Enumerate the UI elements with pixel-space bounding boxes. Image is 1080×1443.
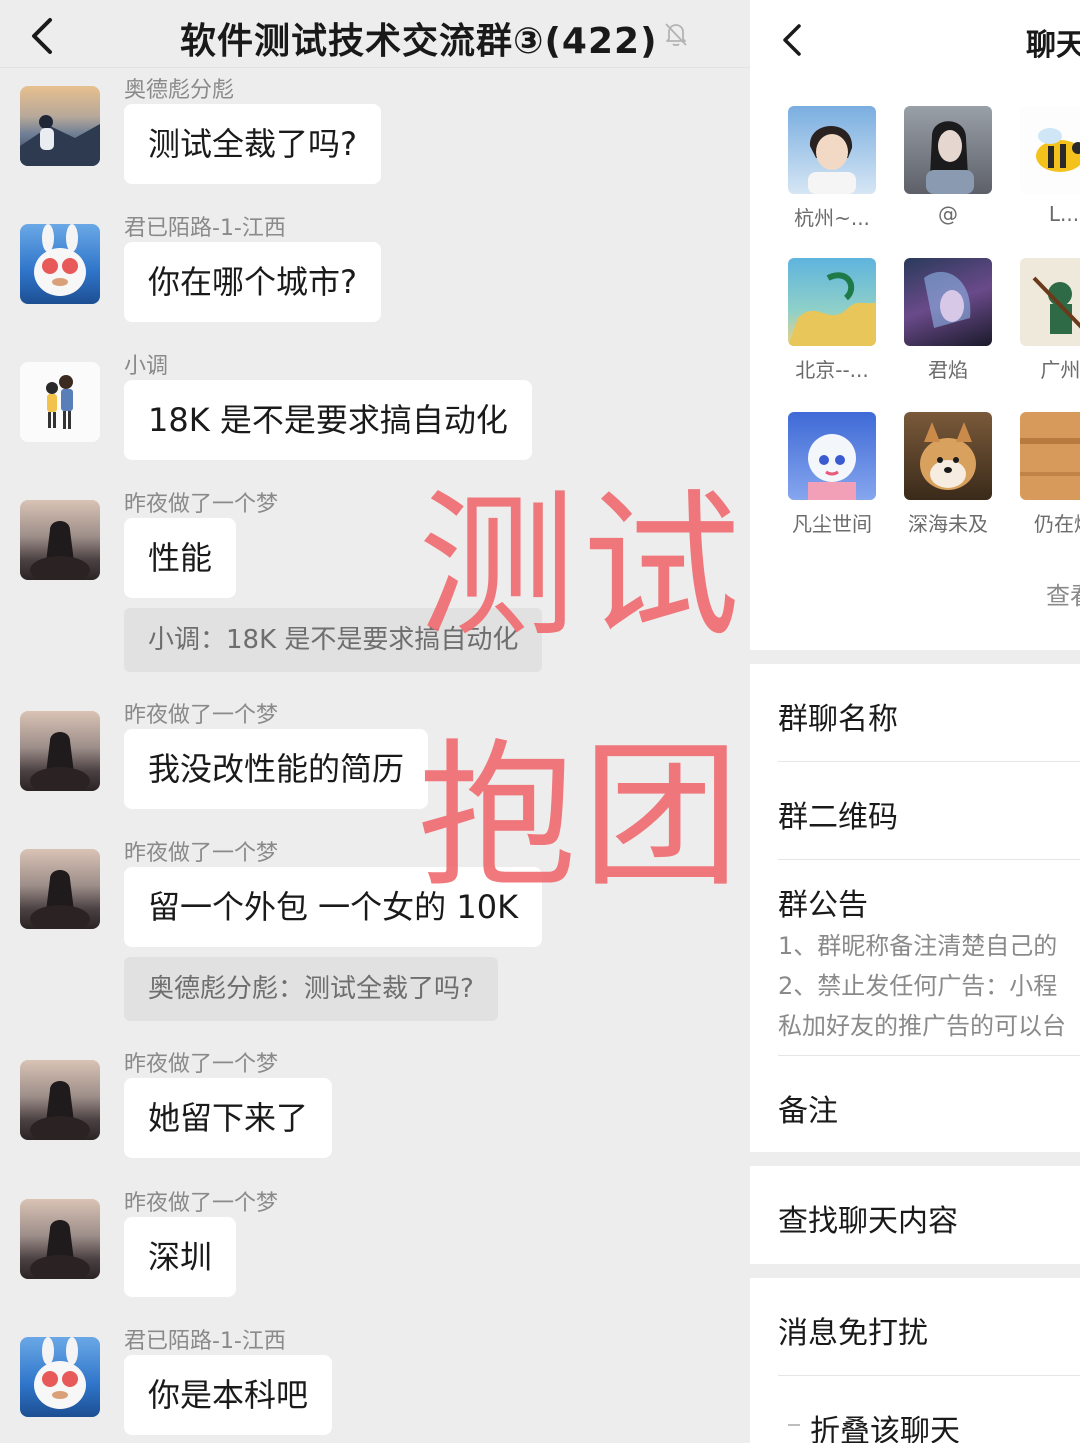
fold-chat-row[interactable]: 折叠该聊天 [750,1376,1080,1443]
avatar[interactable] [20,1199,100,1279]
sender-name: 昨夜做了一个梦 [124,492,279,517]
notice-line: 私加好友的推广告的可以台 [778,1012,1066,1040]
message-bubble[interactable]: 留一个外包 一个女的 10K [124,867,543,947]
view-more-members-link[interactable]: 查看 [1046,576,1080,611]
sender-name: 昨夜做了一个梦 [124,1191,279,1216]
avatar[interactable] [20,224,100,304]
quoted-message[interactable]: 奥德彪分彪：测试全裁了吗? [124,957,498,1021]
info-header: 聊天 [750,0,1080,80]
avatar [788,412,876,500]
remark-label: 备注 [778,1094,838,1129]
group-name-row[interactable]: 群聊名称 [750,664,1080,762]
sender-name: 君已陌路-1-江西 [124,1329,286,1354]
avatar[interactable] [20,86,100,166]
member-name: 杭州~... [794,206,870,230]
chat-info-panel: 聊天 杭州~... @ L... 北京--... 君焰 广州 凡尘世间 深海未及… [750,0,1080,1443]
message-bubble[interactable]: 你是本科吧 [124,1355,333,1435]
member-name: 仍在燃 [1034,512,1080,536]
message-bubble[interactable]: 我没改性能的简历 [124,729,429,809]
mute-label: 消息免打扰 [778,1316,928,1351]
avatar[interactable] [20,1060,100,1140]
message-bubble[interactable]: 她留下来了 [124,1078,333,1158]
chat-panel: 软件测试技术交流群③(422) 奥德彪分彪 测试全裁了吗? 君已陌路-1-江西 … [0,0,750,1443]
avatar[interactable] [20,849,100,929]
group-notice-row[interactable]: 群公告 1、群昵称备注清楚自己的 2、禁止发任何广告：小程 私加好友的推广告的可… [750,860,1080,1056]
message-bubble[interactable]: 性能 [124,518,237,598]
mute-row[interactable]: 消息免打扰 [750,1278,1080,1376]
sender-name: 昨夜做了一个梦 [124,841,279,866]
message-bubble[interactable]: 测试全裁了吗? [124,104,381,184]
quoted-message[interactable]: 小调：18K 是不是要求搞自动化 [124,608,543,672]
notice-line: 2、禁止发任何广告：小程 [778,972,1058,1000]
info-title: 聊天 [1026,28,1080,63]
avatar[interactable] [20,1337,100,1417]
remark-row[interactable]: 备注 [750,1056,1080,1152]
member-name: 凡尘世间 [792,512,872,536]
sender-name: 小调 [124,354,169,379]
back-arrow-icon[interactable] [778,22,808,58]
message-bubble[interactable]: 你在哪个城市? [124,242,381,322]
message-bubble[interactable]: 深圳 [124,1217,237,1297]
member-name: L... [1048,202,1080,226]
sender-name: 昨夜做了一个梦 [124,703,279,728]
dash-icon [788,1424,800,1426]
member-grid: 杭州~... @ L... 北京--... 君焰 广州 凡尘世间 深海未及 仍在… [750,80,1080,650]
avatar [904,258,992,346]
avatar [904,106,992,194]
avatar [1020,106,1080,194]
member-name: @ [938,202,958,226]
fold-chat-label: 折叠该聊天 [810,1414,960,1443]
group-notice-label: 群公告 [778,888,868,923]
group-qr-row[interactable]: 群二维码 [750,762,1080,860]
back-arrow-icon[interactable] [26,16,60,56]
group-qr-label: 群二维码 [778,800,898,835]
sender-name: 君已陌路-1-江西 [124,216,286,241]
member-name: 北京--... [795,358,869,382]
avatar[interactable] [20,711,100,791]
group-name-label: 群聊名称 [778,702,898,737]
avatar[interactable] [20,362,100,442]
member-name: 广州- [1040,358,1080,382]
chat-header: 软件测试技术交流群③(422) [0,0,750,68]
avatar [788,258,876,346]
search-chat-row[interactable]: 查找聊天内容 [750,1166,1080,1264]
message-bubble[interactable]: 18K 是不是要求搞自动化 [124,380,532,460]
member-name: 君焰 [928,358,968,382]
avatar [1020,412,1080,500]
notice-line: 1、群昵称备注清楚自己的 [778,932,1058,960]
chat-title: 软件测试技术交流群③(422) [180,21,658,62]
search-chat-label: 查找聊天内容 [778,1204,958,1239]
avatar [788,106,876,194]
avatar [1020,258,1080,346]
avatar[interactable] [20,500,100,580]
member-name: 深海未及 [908,512,988,536]
sender-name: 奥德彪分彪 [124,78,235,103]
mute-bell-icon [665,23,687,47]
sender-name: 昨夜做了一个梦 [124,1052,279,1077]
avatar [904,412,992,500]
